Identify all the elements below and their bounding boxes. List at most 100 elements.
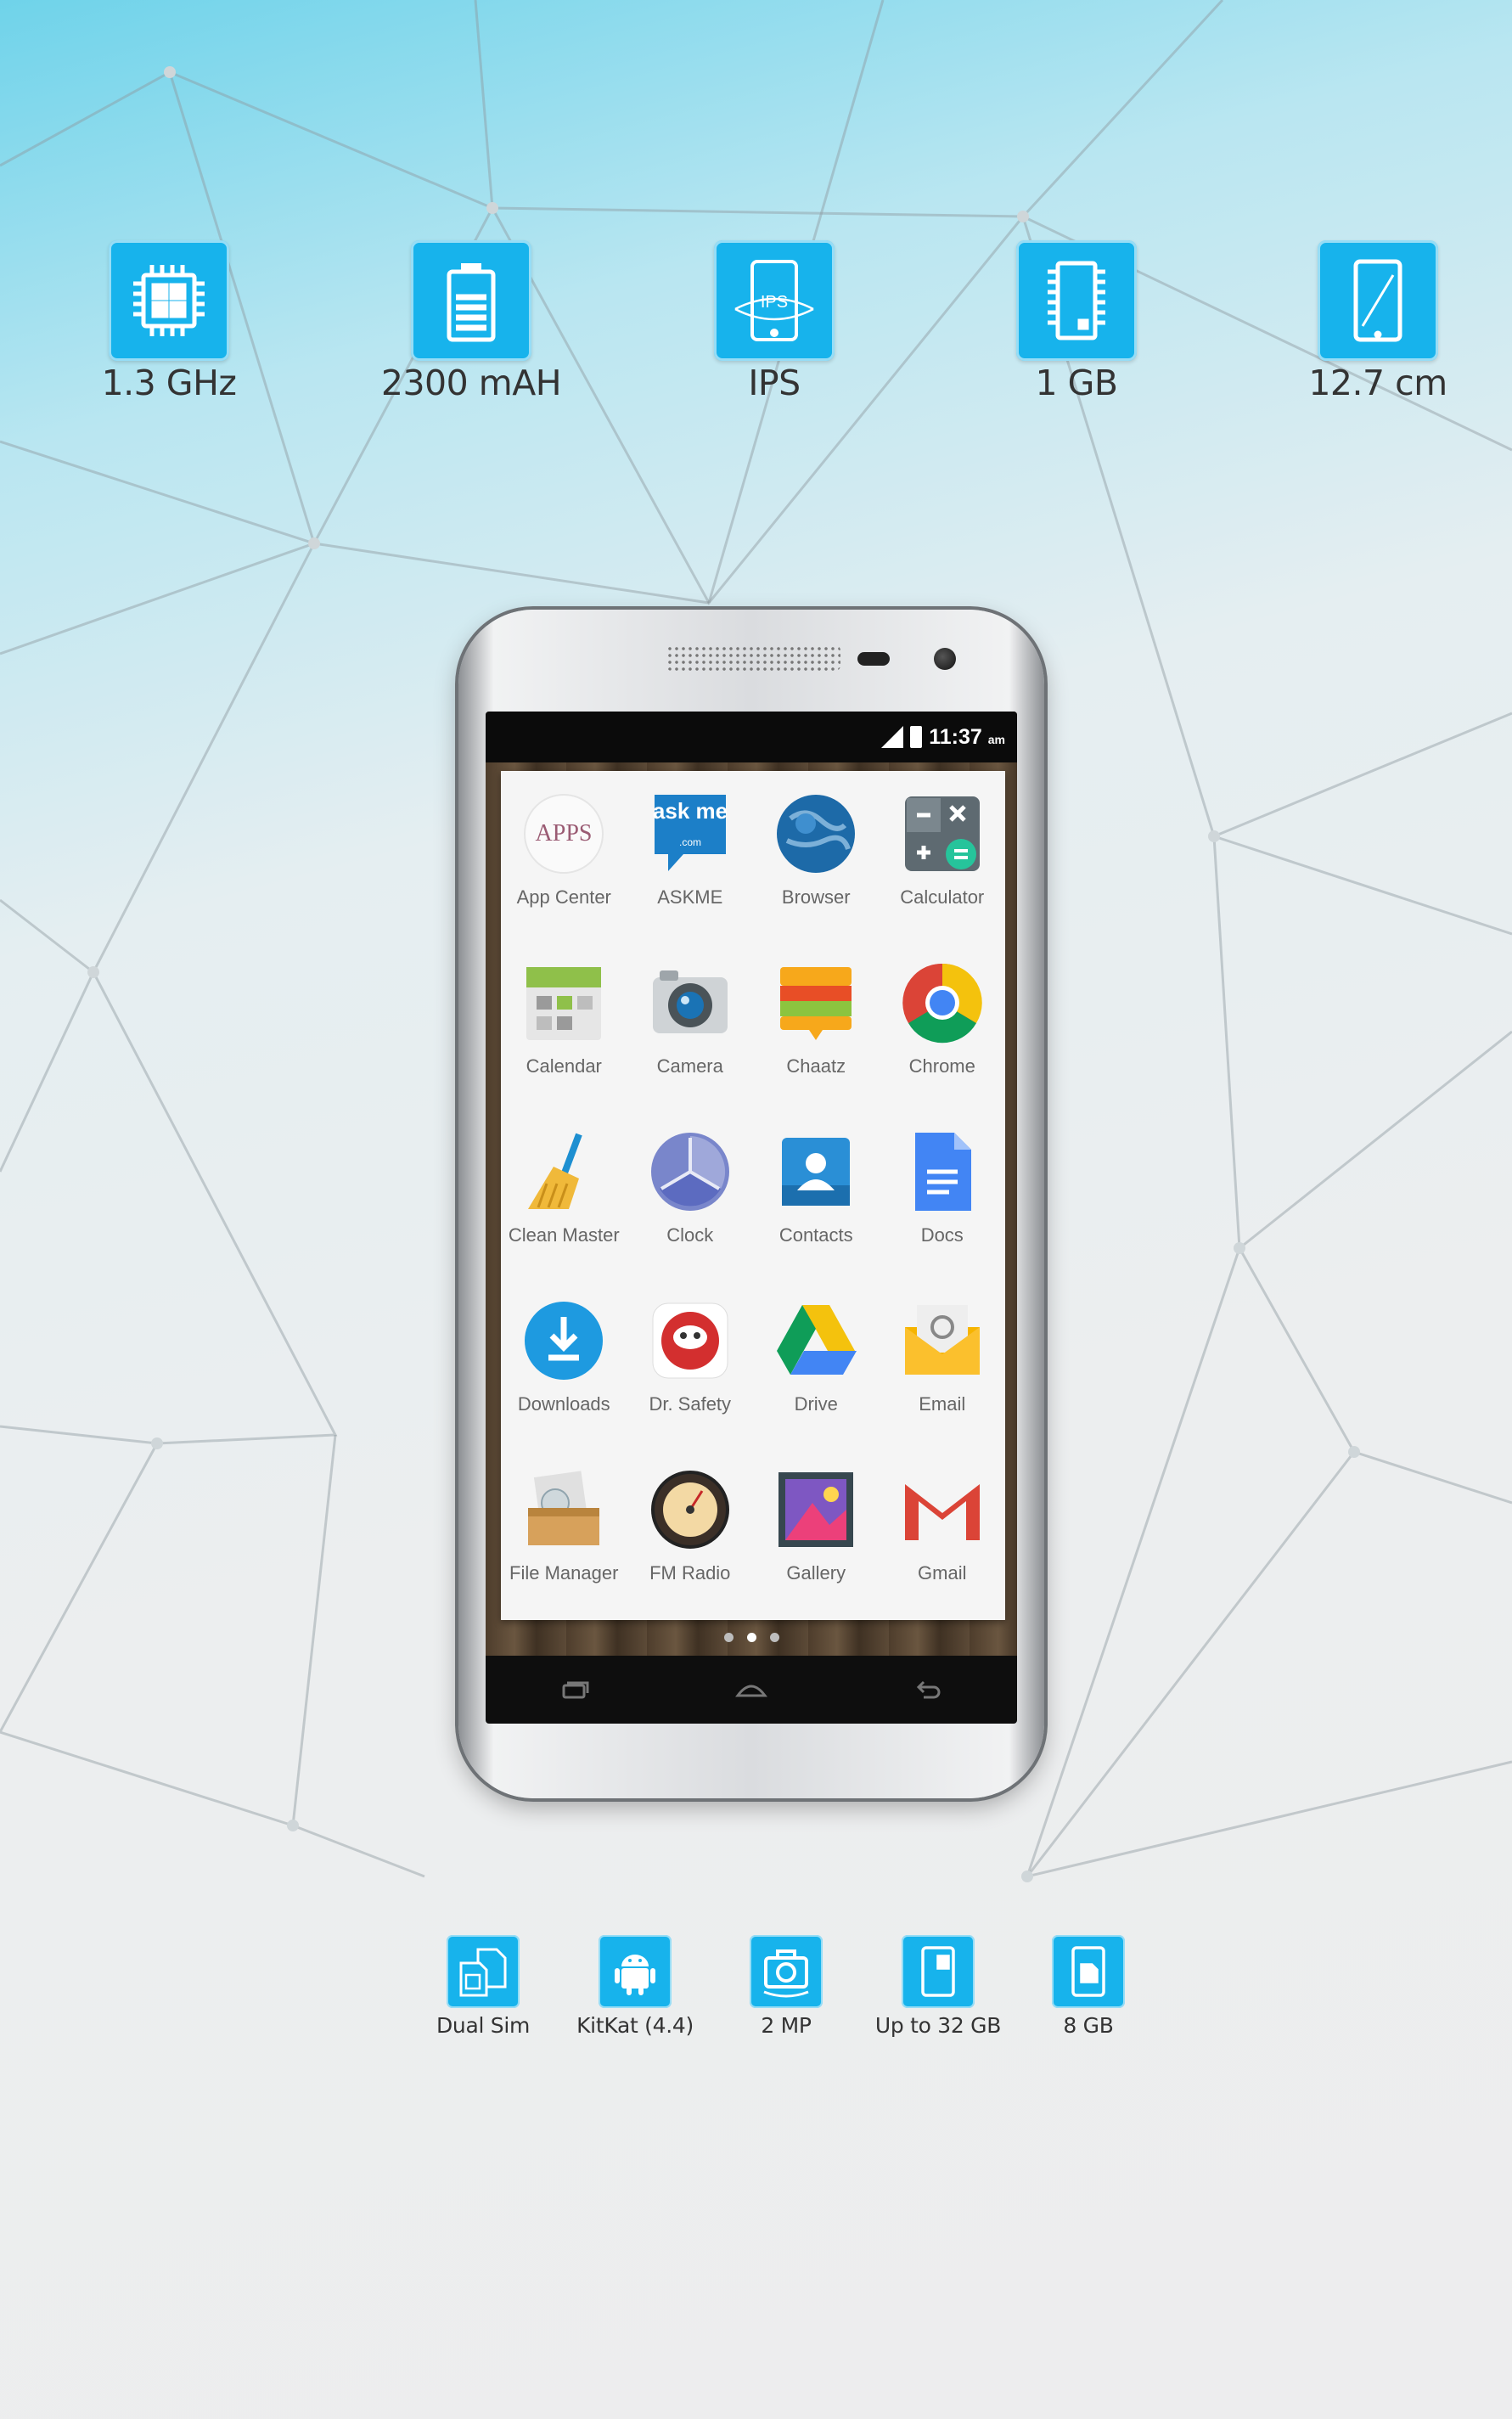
app-dr-safety[interactable]: Dr. Safety bbox=[627, 1297, 754, 1465]
battery-status-icon bbox=[910, 726, 923, 748]
app-label: Chrome bbox=[908, 1055, 975, 1077]
app-email[interactable]: Email bbox=[880, 1297, 1006, 1465]
app-center-icon-text: APPS bbox=[536, 820, 593, 847]
app-center-icon: APPS bbox=[520, 790, 608, 878]
app-label: Clock bbox=[666, 1224, 714, 1246]
battery-icon bbox=[411, 240, 531, 361]
spec-label: KitKat (4.4) bbox=[576, 2013, 694, 2038]
recent-apps-icon[interactable] bbox=[555, 1680, 593, 1699]
home-icon[interactable] bbox=[733, 1680, 770, 1699]
app-camera[interactable]: Camera bbox=[627, 959, 754, 1128]
gmail-icon bbox=[898, 1465, 986, 1554]
app-label: Gmail bbox=[918, 1562, 967, 1584]
spec-label: 8 GB bbox=[1063, 2013, 1114, 2038]
calculator-icon bbox=[898, 790, 986, 878]
drive-icon bbox=[772, 1297, 860, 1385]
app-label: Downloads bbox=[517, 1393, 610, 1415]
spec-ram: 1 GB bbox=[970, 240, 1183, 403]
spec-label: Dual Sim bbox=[436, 2013, 531, 2038]
file-manager-icon bbox=[520, 1465, 608, 1554]
status-bar: 11:37 am bbox=[486, 712, 1017, 762]
phone-device: 11:37 am APPS App Center ask me .com ASKM… bbox=[458, 610, 1044, 1798]
app-browser[interactable]: Browser bbox=[753, 790, 880, 959]
askme-icon-text: ask me bbox=[653, 798, 728, 824]
app-label: Dr. Safety bbox=[649, 1393, 732, 1415]
app-gallery[interactable]: Gallery bbox=[753, 1465, 880, 1634]
navigation-bar bbox=[486, 1656, 1017, 1724]
askme-icon-subtext: .com bbox=[679, 836, 701, 848]
signal-icon bbox=[881, 726, 904, 748]
app-label: Calculator bbox=[900, 886, 985, 908]
clock-icon bbox=[646, 1128, 734, 1216]
app-docs[interactable]: Docs bbox=[880, 1128, 1006, 1297]
app-clock[interactable]: Clock bbox=[627, 1128, 754, 1297]
spec-sim: Dual Sim bbox=[407, 1935, 559, 2038]
app-chrome[interactable]: Chrome bbox=[880, 959, 1006, 1128]
spec-expandable: Up to 32 GB bbox=[862, 1935, 1015, 2038]
spec-label: 2 MP bbox=[761, 2013, 812, 2038]
app-gmail[interactable]: Gmail bbox=[880, 1465, 1006, 1634]
front-camera-lens bbox=[934, 648, 956, 670]
spec-label: Up to 32 GB bbox=[874, 2013, 1002, 2038]
proximity-sensor bbox=[857, 652, 890, 666]
app-label: Chaatz bbox=[786, 1055, 846, 1077]
app-contacts[interactable]: Contacts bbox=[753, 1128, 880, 1297]
spec-camera: 2 MP bbox=[710, 1935, 863, 2038]
app-chaatz[interactable]: Chaatz bbox=[753, 959, 880, 1128]
page-dot[interactable] bbox=[769, 1633, 779, 1642]
spec-label: IPS bbox=[748, 363, 801, 403]
app-drawer: APPS App Center ask me .com ASKME Browser bbox=[501, 771, 1005, 1620]
app-askme[interactable]: ask me .com ASKME bbox=[627, 790, 754, 959]
app-calendar[interactable]: Calendar bbox=[501, 959, 627, 1128]
app-app-center[interactable]: APPS App Center bbox=[501, 790, 627, 959]
earpiece-speaker bbox=[666, 645, 840, 671]
camera-icon bbox=[646, 959, 734, 1047]
app-label: Browser bbox=[781, 886, 851, 908]
status-ampm: am bbox=[987, 732, 1005, 746]
app-label: Email bbox=[919, 1393, 966, 1415]
spec-battery: 2300 mAH bbox=[365, 240, 577, 403]
clean-master-broom-icon bbox=[520, 1128, 608, 1216]
spec-label: 1 GB bbox=[1035, 363, 1118, 403]
page-indicator bbox=[486, 1633, 1017, 1642]
app-fm-radio[interactable]: FM Radio bbox=[627, 1465, 754, 1634]
status-time: 11:37 am bbox=[929, 724, 1005, 749]
ips-icon-text: IPS bbox=[761, 293, 788, 312]
app-label: ASKME bbox=[657, 886, 723, 908]
screen-size-icon bbox=[1318, 240, 1438, 361]
app-file-manager[interactable]: File Manager bbox=[501, 1465, 627, 1634]
app-label: Docs bbox=[920, 1224, 964, 1246]
app-downloads[interactable]: Downloads bbox=[501, 1297, 627, 1465]
back-icon[interactable] bbox=[910, 1680, 947, 1699]
app-label: App Center bbox=[516, 886, 611, 908]
calendar-icon bbox=[520, 959, 608, 1047]
downloads-icon bbox=[520, 1297, 608, 1385]
chrome-icon bbox=[898, 959, 986, 1047]
app-label: File Manager bbox=[509, 1562, 619, 1584]
app-label: Camera bbox=[656, 1055, 723, 1077]
app-label: Drive bbox=[794, 1393, 838, 1415]
expandable-memory-icon bbox=[902, 1935, 975, 2008]
docs-icon bbox=[898, 1128, 986, 1216]
spec-display: IPS IPS bbox=[668, 240, 880, 403]
spec-screen-size: 12.7 cm bbox=[1272, 240, 1484, 403]
front-camera-icon bbox=[750, 1935, 823, 2008]
memory-ram-icon bbox=[1016, 240, 1137, 361]
app-calculator[interactable]: Calculator bbox=[880, 790, 1006, 959]
app-drive[interactable]: Drive bbox=[753, 1297, 880, 1465]
app-label: Calendar bbox=[526, 1055, 602, 1077]
page-dot[interactable] bbox=[723, 1633, 734, 1642]
spec-storage: 8 GB bbox=[1012, 1935, 1165, 2038]
spec-os: KitKat (4.4) bbox=[559, 1935, 711, 2038]
android-icon bbox=[599, 1935, 672, 2008]
page-dot[interactable] bbox=[746, 1633, 756, 1642]
app-label: FM Radio bbox=[649, 1562, 731, 1584]
spec-processor: 1.3 GHz bbox=[63, 240, 275, 403]
app-clean-master[interactable]: Clean Master bbox=[501, 1128, 627, 1297]
dual-sim-icon bbox=[447, 1935, 520, 2008]
contacts-icon bbox=[772, 1128, 860, 1216]
spec-label: 2300 mAH bbox=[380, 363, 562, 403]
email-icon bbox=[898, 1297, 986, 1385]
processor-chip-icon bbox=[109, 240, 229, 361]
gallery-icon bbox=[772, 1465, 860, 1554]
